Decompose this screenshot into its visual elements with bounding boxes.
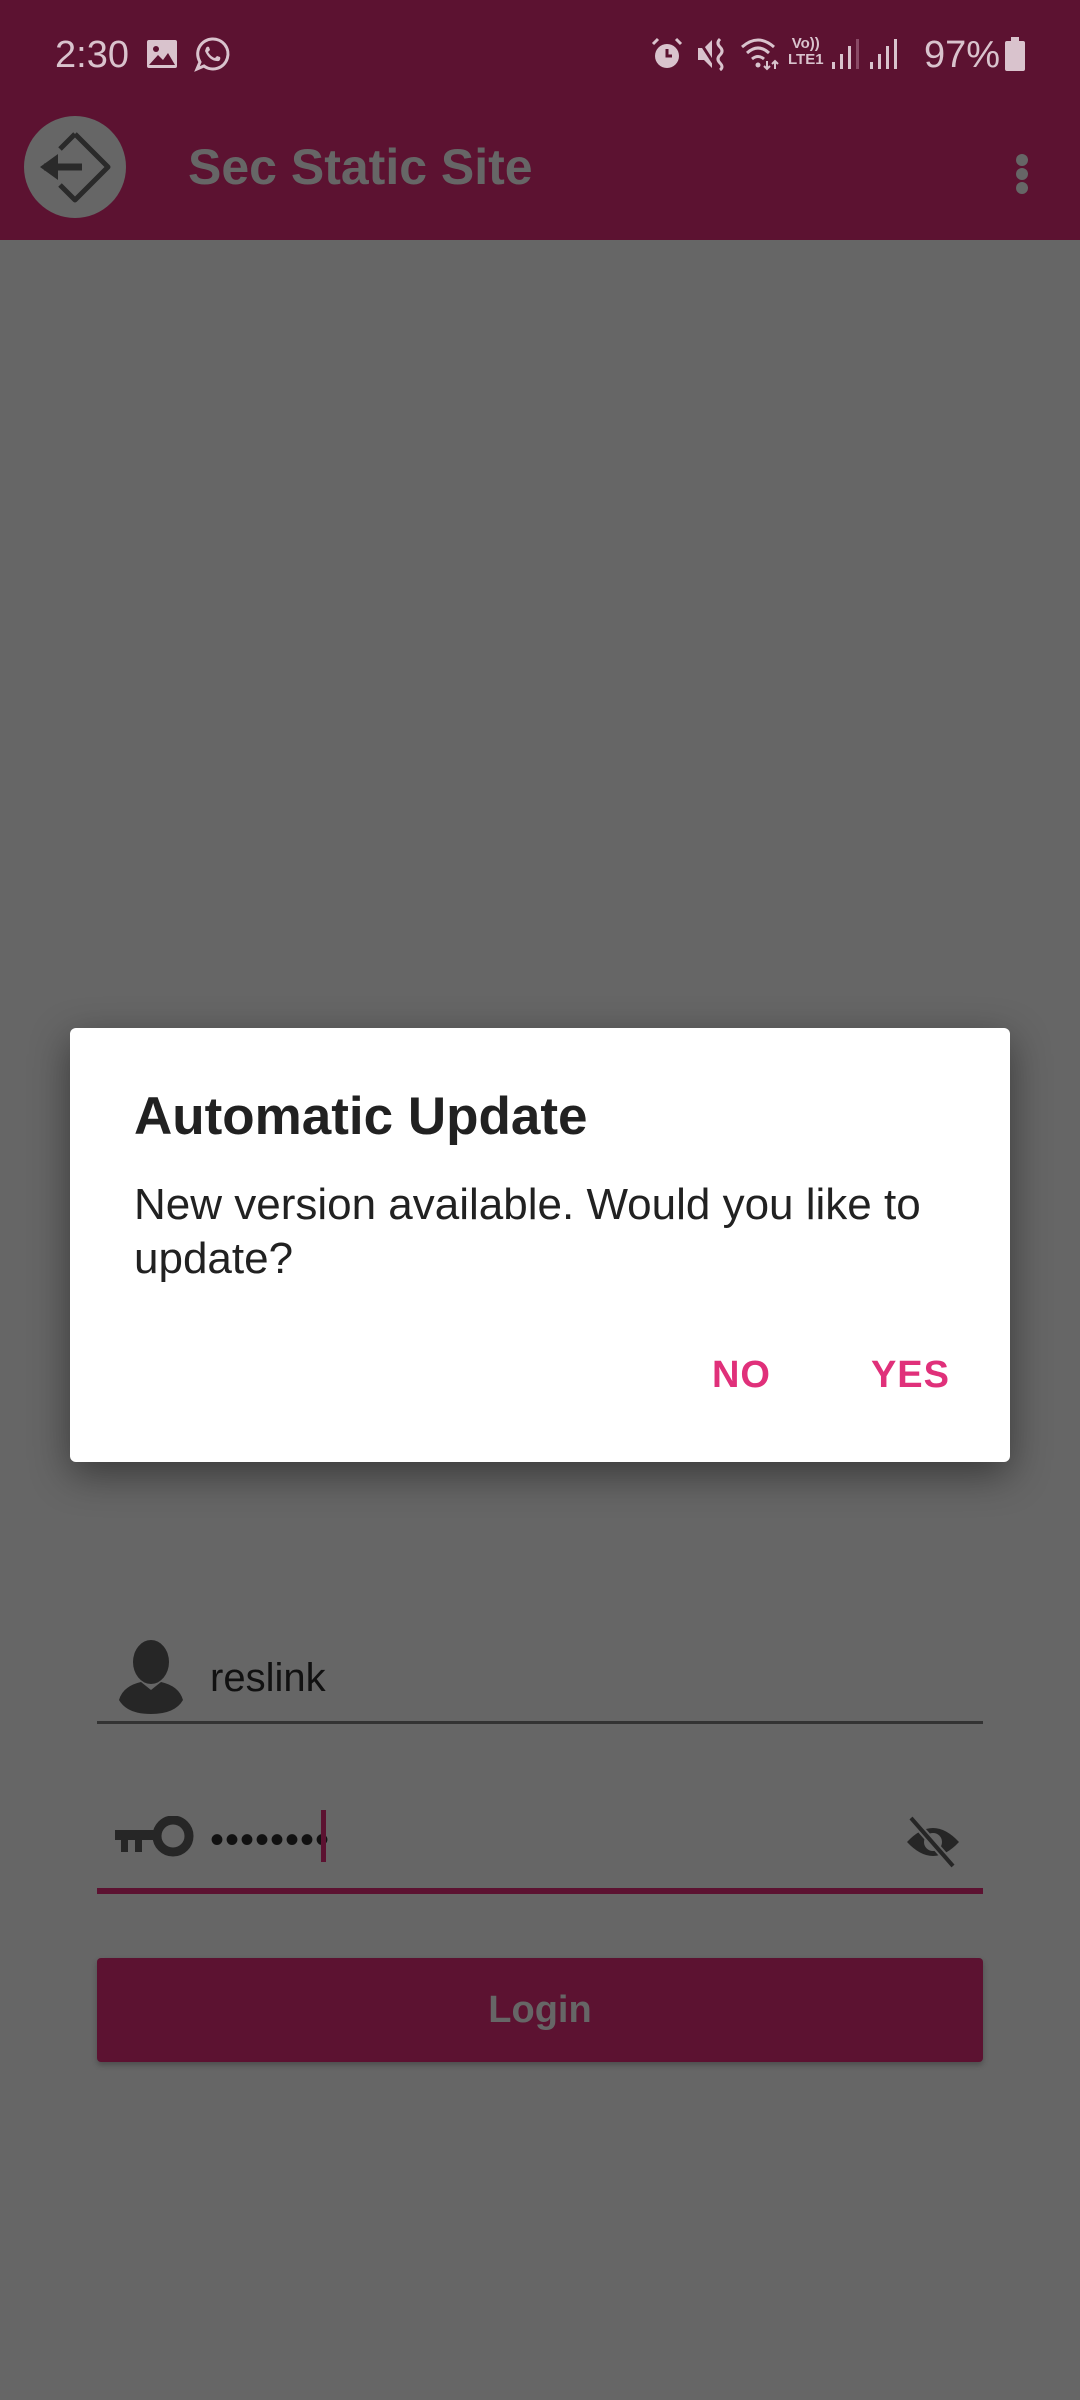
- key-icon: [115, 1815, 195, 1865]
- app-bar: Sec Static Site: [0, 110, 1080, 240]
- wifi-icon: [740, 36, 780, 72]
- status-time: 2:30: [55, 34, 129, 76]
- battery-icon: [1004, 36, 1026, 72]
- dialog-message: New version available. Would you like to…: [134, 1180, 921, 1283]
- no-button[interactable]: NO: [712, 1354, 771, 1397]
- login-button[interactable]: Login: [97, 1958, 983, 2062]
- alarm-icon: [650, 36, 684, 72]
- logout-button[interactable]: [24, 116, 126, 218]
- battery-percentage: 97%: [924, 34, 1001, 76]
- gallery-icon: [146, 36, 178, 72]
- yes-button[interactable]: YES: [871, 1354, 950, 1397]
- logout-arrow-icon: [40, 132, 111, 203]
- user-icon: [115, 1638, 187, 1719]
- password-field[interactable]: ••••••••: [97, 1790, 983, 1894]
- dialog-actions: NO YES: [712, 1354, 950, 1397]
- visibility-off-icon: [907, 1815, 959, 1869]
- update-dialog: Automatic Update New version available. …: [70, 1028, 1010, 1462]
- volte-lte-icon: Vo)) LTE1: [788, 35, 824, 68]
- username-field[interactable]: reslink: [97, 1620, 983, 1724]
- text-cursor: [321, 1810, 326, 1862]
- more-options-button[interactable]: [1000, 140, 1044, 208]
- signal-icon: [830, 36, 864, 72]
- visibility-toggle-button[interactable]: [903, 1814, 963, 1870]
- username-input[interactable]: reslink: [210, 1656, 326, 1701]
- vibrate-mute-icon: [696, 36, 728, 72]
- password-input[interactable]: ••••••••: [210, 1818, 330, 1863]
- more-vert-icon: [1016, 154, 1028, 166]
- app-title: Sec Static Site: [188, 139, 533, 195]
- whatsapp-icon: [194, 36, 230, 72]
- status-bar: 2:30 Vo)) LTE1 97%: [0, 0, 1080, 110]
- signal-icon: [868, 36, 902, 72]
- dialog-title: Automatic Update: [134, 1087, 588, 1146]
